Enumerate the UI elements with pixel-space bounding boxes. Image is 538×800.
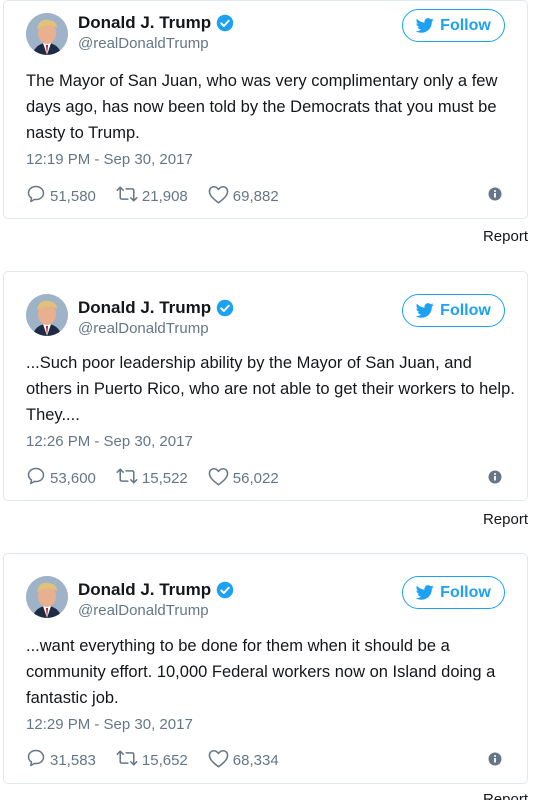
like-count: 69,882 <box>232 187 279 205</box>
tweet-card: Donald J. Trump @realDonaldTrump Follow … <box>3 0 528 219</box>
follow-button[interactable]: Follow <box>402 9 505 42</box>
reply-count: 53,600 <box>50 469 96 487</box>
twitter-bird-icon <box>416 585 434 600</box>
retweet-icon <box>116 466 142 490</box>
info-icon[interactable] <box>488 470 502 484</box>
author-name[interactable]: Donald J. Trump <box>78 13 234 33</box>
verified-badge-icon <box>216 581 234 599</box>
tweet-actions: 53,600 15,522 56,022 <box>26 466 299 490</box>
author-name[interactable]: Donald J. Trump <box>78 580 234 600</box>
reply-button[interactable]: 53,600 <box>26 466 96 490</box>
tweet-text: ...want everything to be done for them w… <box>26 637 496 707</box>
heart-icon <box>208 749 233 772</box>
avatar[interactable] <box>26 294 68 336</box>
retweet-icon <box>116 748 142 772</box>
heart-icon <box>208 185 233 208</box>
reply-button[interactable]: 31,583 <box>26 748 96 772</box>
reply-bubble-icon <box>26 466 50 490</box>
report-link[interactable]: Report <box>483 511 528 528</box>
retweet-count: 15,652 <box>141 751 188 769</box>
report-link[interactable]: Report <box>483 791 528 800</box>
follow-label: Follow <box>440 583 491 601</box>
retweet-button[interactable]: 15,652 <box>116 748 188 772</box>
verified-badge-icon <box>216 14 234 32</box>
follow-label: Follow <box>440 16 491 34</box>
like-button[interactable]: 69,882 <box>208 185 279 208</box>
twitter-bird-icon <box>416 303 434 318</box>
tweet-timestamp[interactable]: 12:19 PM - Sep 30, 2017 <box>26 151 193 168</box>
author-name[interactable]: Donald J. Trump <box>78 298 234 318</box>
info-icon[interactable] <box>488 752 502 766</box>
author-handle[interactable]: @realDonaldTrump <box>78 602 209 619</box>
avatar[interactable] <box>26 13 68 55</box>
heart-icon <box>208 467 233 490</box>
like-count: 68,334 <box>232 751 279 769</box>
retweet-button[interactable]: 15,522 <box>116 466 188 490</box>
reply-bubble-icon <box>26 748 50 772</box>
like-count: 56,022 <box>232 469 279 487</box>
report-link[interactable]: Report <box>483 228 528 245</box>
reply-count: 31,583 <box>50 751 96 769</box>
reply-button[interactable]: 51,580 <box>26 184 96 208</box>
like-button[interactable]: 68,334 <box>208 749 279 772</box>
retweet-count: 15,522 <box>141 469 188 487</box>
info-icon[interactable] <box>488 187 502 201</box>
author-handle[interactable]: @realDonaldTrump <box>78 35 209 52</box>
follow-button[interactable]: Follow <box>402 294 505 327</box>
tweet-actions: 31,583 15,652 68,334 <box>26 748 299 772</box>
tweet-text: The Mayor of San Juan, who was very comp… <box>26 72 498 142</box>
verified-badge-icon <box>216 299 234 317</box>
follow-label: Follow <box>440 301 491 319</box>
follow-button[interactable]: Follow <box>402 576 505 609</box>
retweet-icon <box>116 184 142 208</box>
reply-count: 51,580 <box>50 187 96 205</box>
tweet-card: Donald J. Trump @realDonaldTrump Follow … <box>3 271 528 501</box>
tweet-timestamp[interactable]: 12:26 PM - Sep 30, 2017 <box>26 433 193 450</box>
author-handle[interactable]: @realDonaldTrump <box>78 320 209 337</box>
tweet-actions: 51,580 21,908 69,882 <box>26 184 299 208</box>
retweet-button[interactable]: 21,908 <box>116 184 188 208</box>
tweet-text: ...Such poor leadership ability by the M… <box>26 354 515 424</box>
author-name-text: Donald J. Trump <box>78 298 212 317</box>
reply-bubble-icon <box>26 184 50 208</box>
tweet-card: Donald J. Trump @realDonaldTrump Follow … <box>3 553 528 784</box>
author-name-text: Donald J. Trump <box>78 13 212 32</box>
tweet-timestamp[interactable]: 12:29 PM - Sep 30, 2017 <box>26 716 193 733</box>
twitter-bird-icon <box>416 18 434 33</box>
retweet-count: 21,908 <box>141 187 188 205</box>
avatar[interactable] <box>26 576 68 618</box>
like-button[interactable]: 56,022 <box>208 467 279 490</box>
author-name-text: Donald J. Trump <box>78 580 212 599</box>
